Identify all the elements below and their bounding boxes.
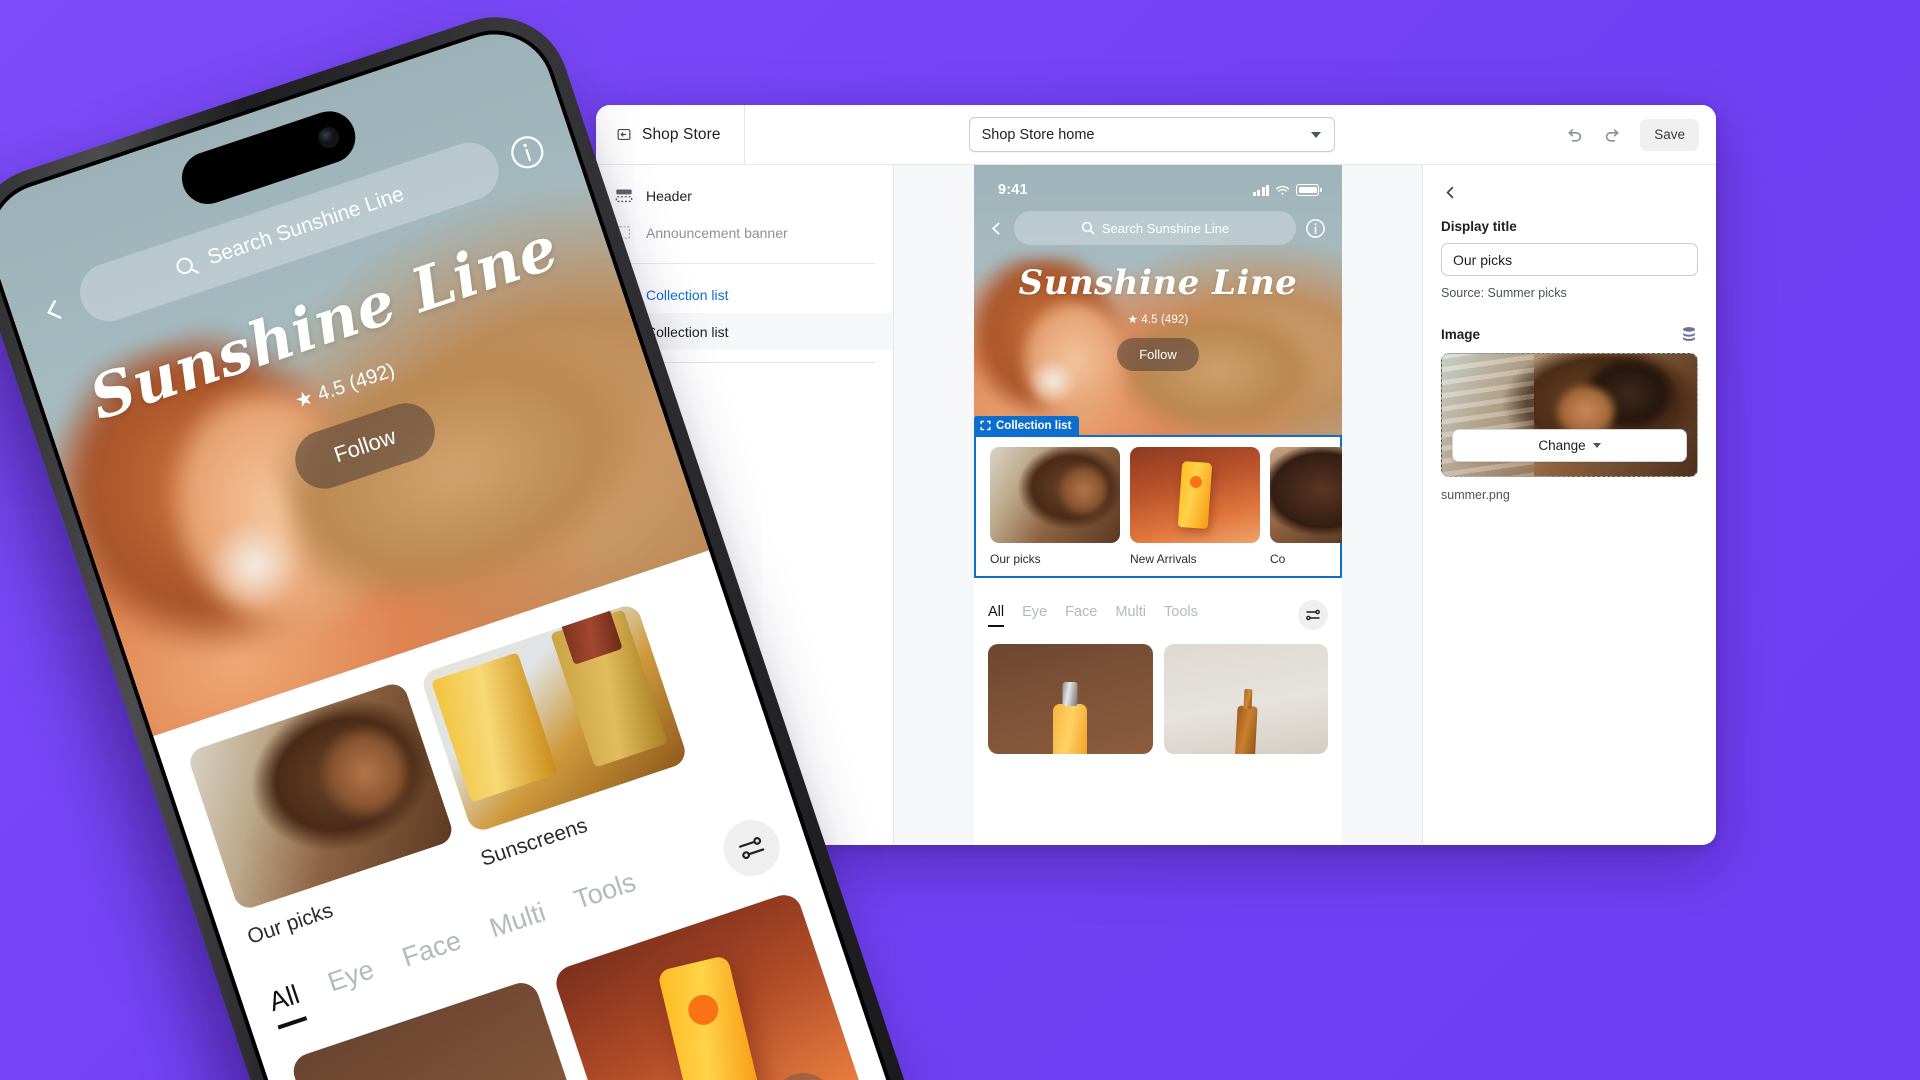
preview-search-row: Search Sunshine Line (974, 205, 1342, 245)
change-image-button[interactable]: Change (1452, 429, 1687, 462)
chevron-left-icon (47, 300, 62, 319)
header-section-icon (614, 188, 633, 204)
sidebar-item-label: Header (646, 187, 692, 204)
collection-image-third (1270, 447, 1342, 543)
section-settings-panel: Display title Source: Summer picks Image (1422, 165, 1716, 845)
product-filter-tabs: All Eye Face Multi Tools (974, 578, 1342, 630)
collection-card-label: Our picks (990, 552, 1041, 566)
wifi-icon (1275, 185, 1290, 196)
tab-eye[interactable]: Eye (324, 954, 382, 1010)
search-placeholder: Search Sunshine Line (1101, 220, 1230, 236)
undo-icon (1567, 129, 1581, 142)
collection-list-section[interactable]: Our picks New Arrivals Co (974, 435, 1342, 578)
status-time: 9:41 (998, 182, 1028, 198)
ampoule-shape (1234, 705, 1258, 754)
tab-all[interactable]: All (265, 979, 307, 1029)
filter-sliders-icon (1306, 609, 1320, 621)
image-thumbnail[interactable]: Change (1441, 353, 1698, 477)
chevron-left-icon (1445, 186, 1453, 198)
rating-text: ★ 4.5 (492) (1127, 314, 1189, 326)
save-button[interactable]: Save (1640, 118, 1699, 151)
sidebar-divider (618, 263, 875, 264)
filter-sliders-icon (739, 837, 765, 860)
phone-status-bar: 9:41 (974, 165, 1342, 205)
redo-button[interactable] (1596, 119, 1628, 151)
editor-top-bar: Shop Store Shop Store home Save (596, 105, 1716, 165)
tab-face[interactable]: Face (1065, 604, 1097, 627)
collection-card[interactable]: New Arrivals (1130, 447, 1260, 566)
collection-card[interactable]: Co (1270, 447, 1342, 566)
product-card[interactable] (988, 644, 1153, 754)
display-title-label: Display title (1441, 219, 1517, 234)
preview-hero-section[interactable]: 9:41 Search Sunshine Line Sunshine Line … (974, 165, 1342, 435)
follow-area: Follow (974, 338, 1342, 371)
database-stack-icon[interactable] (1680, 325, 1698, 343)
shop-store-label: Shop Store (642, 125, 721, 143)
cellular-signal-icon (1252, 184, 1270, 196)
page-selector-area: Shop Store home (745, 105, 1558, 164)
top-bar-actions: Save (1558, 105, 1716, 164)
info-circle-icon[interactable] (1305, 218, 1326, 239)
change-label: Change (1538, 438, 1586, 453)
status-icons (1252, 184, 1322, 196)
battery-full-icon (1296, 184, 1322, 196)
display-title-input[interactable] (1441, 243, 1698, 276)
image-filename: summer.png (1441, 488, 1510, 502)
sunscreen-tube-shape (1177, 461, 1213, 530)
collection-image-our-picks (990, 447, 1120, 543)
collection-card-label: New Arrivals (1130, 552, 1197, 566)
tab-multi[interactable]: Multi (1115, 604, 1146, 627)
exit-arrow-icon (614, 127, 633, 143)
collection-carousel[interactable]: Our picks New Arrivals Co (990, 447, 1342, 566)
tab-all[interactable]: All (988, 604, 1005, 627)
pump-bottle-shape (1053, 704, 1088, 754)
selected-section-badge: Collection list (974, 416, 1080, 435)
filter-button[interactable] (1298, 600, 1328, 630)
follow-button[interactable]: Follow (1117, 338, 1199, 371)
sidebar-item-label: Collection list (646, 323, 729, 340)
panel-back-button[interactable] (1437, 179, 1463, 205)
redo-icon (1605, 129, 1619, 142)
info-circle-icon[interactable] (505, 130, 551, 176)
collection-card[interactable]: Our picks (990, 447, 1120, 566)
tab-eye[interactable]: Eye (1022, 604, 1047, 627)
exit-shop-store-button[interactable]: Shop Store (596, 105, 745, 164)
sidebar-item-announcement-banner[interactable]: Announcement banner (596, 214, 893, 251)
collection-card-label: Co (1270, 552, 1286, 566)
back-button[interactable] (988, 220, 1005, 237)
image-section-header: Image (1441, 325, 1698, 343)
selected-section-label: Collection list (996, 419, 1072, 432)
chevron-down-icon (1592, 443, 1601, 448)
page-select-value: Shop Store home (981, 126, 1095, 143)
search-input[interactable]: Search Sunshine Line (1014, 211, 1296, 245)
search-icon (176, 257, 199, 274)
source-text: Source: Summer picks (1441, 286, 1567, 300)
page-select-dropdown[interactable]: Shop Store home (968, 117, 1335, 152)
product-card[interactable] (1163, 644, 1328, 754)
image-label: Image (1441, 326, 1481, 342)
favorite-button[interactable] (765, 1064, 842, 1080)
sunscreen-bottle-shape (431, 652, 559, 803)
preview-canvas: 9:41 Search Sunshine Line Sunshine Line … (894, 165, 1422, 845)
sidebar-item-label: Collection list (646, 286, 729, 303)
product-grid (974, 630, 1342, 754)
sidebar-item-header[interactable]: Header (596, 177, 893, 214)
hero-photo-sand (1126, 315, 1342, 435)
sidebar-item-label: Announcement banner (646, 224, 788, 241)
search-icon (1081, 221, 1095, 235)
brand-title: Sunshine Line (1018, 263, 1298, 303)
sunscreen-tube-shape (656, 955, 765, 1080)
undo-button[interactable] (1558, 119, 1590, 151)
select-frame-icon (980, 420, 991, 431)
back-button[interactable] (35, 292, 73, 330)
collection-image-new-arrivals (1130, 447, 1260, 543)
storefront-preview: 9:41 Search Sunshine Line Sunshine Line … (974, 165, 1342, 845)
tab-tools[interactable]: Tools (1164, 604, 1198, 627)
chevron-down-icon (1310, 131, 1321, 138)
